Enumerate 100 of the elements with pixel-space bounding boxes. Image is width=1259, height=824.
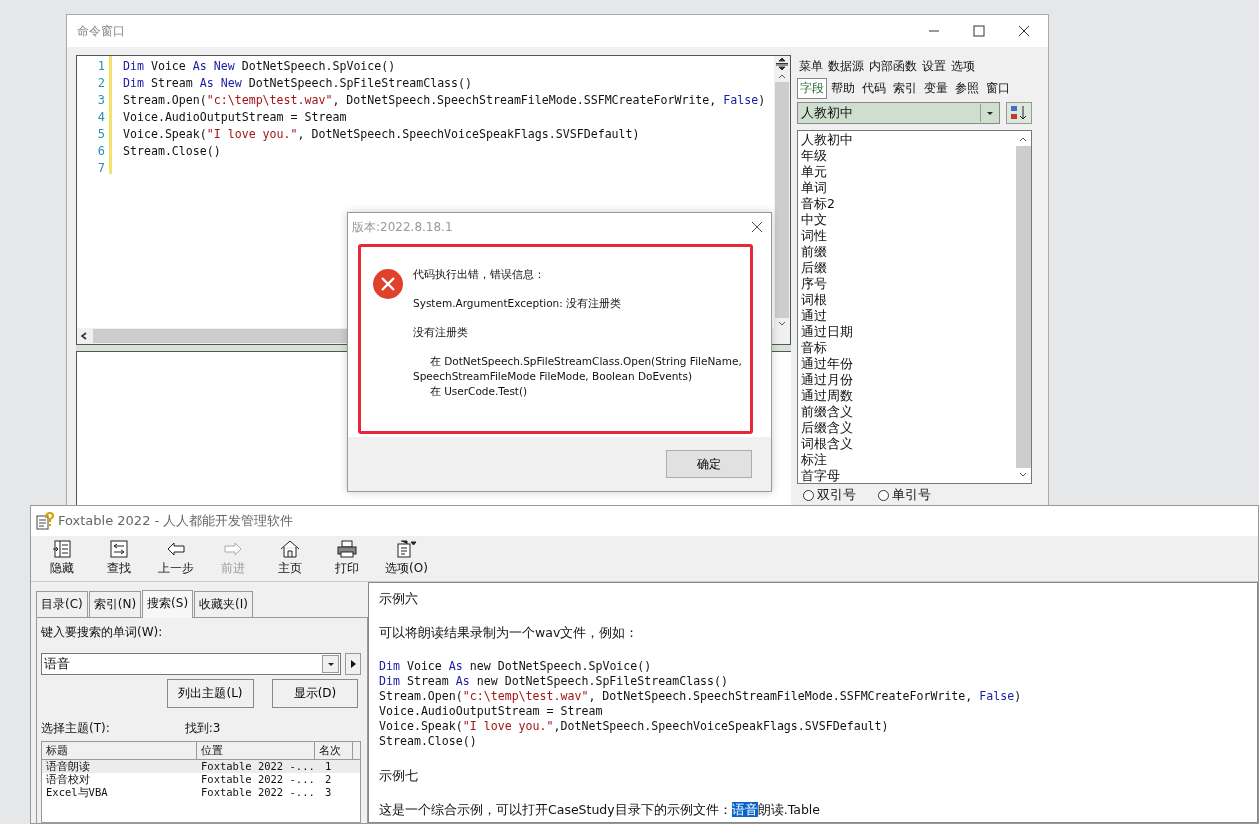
maximize-icon[interactable] xyxy=(973,25,985,37)
error-icon xyxy=(373,269,403,299)
scrollbar-thumb[interactable] xyxy=(1015,146,1031,468)
menu-item[interactable]: 内部函数 xyxy=(867,56,919,76)
column-header[interactable]: 位置 xyxy=(197,742,315,759)
field-item[interactable]: 通过周数 xyxy=(801,388,1012,404)
code-line: Stream.Open("c:\temp\test.wav", DotNetSpeech.SpeechStreamFileMode.SSFMCreateForWrite, False) xyxy=(123,93,766,107)
panel-tab[interactable]: 变量 xyxy=(921,77,951,99)
field-item[interactable]: 通过日期 xyxy=(801,324,1012,340)
expand-button[interactable] xyxy=(345,653,361,675)
field-item[interactable]: 词根 xyxy=(801,292,1012,308)
column-header[interactable]: 标题 xyxy=(42,742,197,759)
menu-item[interactable]: 数据源 xyxy=(826,56,866,76)
toolbar-button[interactable]: 打印 xyxy=(324,540,369,577)
scroll-up-icon[interactable] xyxy=(777,72,787,80)
table-cell-text: 语音校对 xyxy=(45,773,91,786)
error-message: 在 DotNetSpeech.SpFileStreamClass.Open(String FileName, SpeechStreamFileMode FileMode, Boolean DoEvents) xyxy=(413,354,743,384)
help-tab[interactable]: 目录(C) xyxy=(36,591,88,617)
radio-option[interactable]: 双引号 xyxy=(803,487,856,504)
menu-item[interactable]: 菜单 xyxy=(797,56,825,76)
field-item[interactable]: 音标2 xyxy=(801,196,1012,212)
field-item[interactable]: 前缀含义 xyxy=(801,404,1012,420)
close-icon[interactable] xyxy=(751,221,763,233)
panel-tab[interactable]: 索引 xyxy=(890,77,920,99)
window-title: Foxtable 2022 - 人人都能开发管理软件 xyxy=(58,512,294,530)
dropdown-arrow-icon[interactable] xyxy=(986,110,994,116)
toolbar-button[interactable]: 查找 xyxy=(96,540,141,577)
field-item[interactable]: 标注 xyxy=(801,452,1012,468)
toolbar-button[interactable]: 上一步 xyxy=(153,540,198,577)
search-label: 键入要搜索的单词(W): xyxy=(41,624,164,641)
table-cell-text: 2 xyxy=(324,773,333,786)
toolbar-button[interactable]: 主页 xyxy=(267,540,312,577)
scroll-up-icon[interactable] xyxy=(1018,135,1028,143)
forward-arrow-icon xyxy=(221,540,244,558)
field-item[interactable]: 通过 xyxy=(801,308,1012,324)
line-number: 3 xyxy=(96,92,105,109)
scrollbar-thumb[interactable] xyxy=(775,82,789,318)
field-item[interactable]: 后缀 xyxy=(801,260,1012,276)
home-icon xyxy=(278,540,301,558)
menu-item[interactable]: 选项 xyxy=(949,56,977,76)
search-highlight: 语音 xyxy=(731,802,758,817)
help-tab[interactable]: 索引(N) xyxy=(88,591,142,617)
code-line: Voice.Speak("I love you.", DotNetSpeech.SpeechVoiceSpeakFlags.SVSFDefault) xyxy=(123,127,640,141)
line-number: 4 xyxy=(96,109,105,126)
scroll-down-icon[interactable] xyxy=(777,320,787,328)
help-paragraph: 示例七 xyxy=(379,768,419,783)
panel-tab[interactable]: 代码 xyxy=(859,77,889,99)
field-list[interactable]: 人教初中 年级 单元 单词 音标2 中文 词性 前缀 后缀 序号 词根 通过 通过日期 音标 通过年份 通过月份 通过周数 前缀含义 后缀含义 词根含义 标注 首字母 xyxy=(797,130,1032,484)
close-icon[interactable] xyxy=(1018,25,1030,37)
sort-button[interactable] xyxy=(1006,102,1032,124)
field-item[interactable]: 年级 xyxy=(801,148,1012,164)
table-cell-text: Foxtable 2022 -... xyxy=(200,786,315,799)
line-number: 6 xyxy=(96,143,105,160)
toolbar-button[interactable]: 隐藏 xyxy=(39,540,84,577)
line-number: 7 xyxy=(96,160,105,177)
action-button[interactable]: 显示(D) xyxy=(272,679,358,708)
topic-list[interactable]: 标题 位置 名次 语音朗读 Foxtable 2022 -... 1 语音校对 Foxtable 2022 -... 2 Excel与VBA Foxtable 2022 -... 3 xyxy=(41,741,361,823)
field-item[interactable]: 通过年份 xyxy=(801,356,1012,372)
panel-tab[interactable]: 参照 xyxy=(952,77,982,99)
field-item[interactable]: 词性 xyxy=(801,228,1012,244)
split-icon[interactable] xyxy=(776,58,788,70)
dropdown-arrow-icon[interactable] xyxy=(326,661,335,667)
column-header[interactable]: 名次 xyxy=(315,742,353,759)
panel-tab[interactable]: 窗口 xyxy=(983,77,1013,99)
field-item[interactable]: 人教初中 xyxy=(801,132,1012,148)
ok-button[interactable]: 确定 xyxy=(666,450,752,478)
code-line: Dim Voice As new DotNetSpeech.SpVoice() xyxy=(379,659,653,674)
table-dropdown[interactable]: 人教初中 xyxy=(797,102,1000,124)
panel-tab[interactable]: 字段 xyxy=(797,77,827,99)
help-tab[interactable]: 搜索(S) xyxy=(142,590,194,618)
field-item[interactable]: 词根含义 xyxy=(801,436,1012,452)
radio-button[interactable] xyxy=(803,490,814,501)
field-item[interactable]: 首字母 xyxy=(801,468,1012,483)
topic-row[interactable]: Excel与VBA Foxtable 2022 -... 3 xyxy=(42,786,360,799)
action-button[interactable]: 列出主题(L) xyxy=(167,679,254,708)
help-tab[interactable]: 收藏夹(I) xyxy=(194,591,253,617)
search-field[interactable]: 语音 xyxy=(41,653,341,675)
vertical-scrollbar[interactable] xyxy=(774,56,790,328)
field-item[interactable]: 通过月份 xyxy=(801,372,1012,388)
field-item[interactable]: 前缀 xyxy=(801,244,1012,260)
field-item[interactable]: 中文 xyxy=(801,212,1012,228)
menu-item[interactable]: 设置 xyxy=(920,56,948,76)
radio-button[interactable] xyxy=(878,490,889,501)
field-item[interactable]: 后缀含义 xyxy=(801,420,1012,436)
code-line: Stream.Close() xyxy=(123,144,221,158)
scroll-down-icon[interactable] xyxy=(1018,471,1028,479)
toolbar-button[interactable]: 选项(O) xyxy=(381,540,432,577)
field-item[interactable]: 序号 xyxy=(801,276,1012,292)
field-item[interactable]: 单元 xyxy=(801,164,1012,180)
field-item[interactable]: 音标 xyxy=(801,340,1012,356)
code-line: Stream.Close() xyxy=(379,734,478,749)
help-paragraph: 可以将朗读结果录制为一个wav文件，例如： xyxy=(379,625,640,640)
topic-row[interactable]: 语音校对 Foxtable 2022 -... 2 xyxy=(42,773,360,786)
topic-row[interactable]: 语音朗读 Foxtable 2022 -... 1 xyxy=(42,760,360,773)
scroll-left-icon[interactable] xyxy=(79,331,89,341)
radio-option[interactable]: 单引号 xyxy=(878,487,931,504)
code-line: Stream.Open("c:\temp\test.wav", DotNetSpeech.SpeechStreamFileMode.SSFMCreateForWrite, False) xyxy=(379,689,1023,704)
field-item[interactable]: 单词 xyxy=(801,180,1012,196)
panel-tab[interactable]: 帮助 xyxy=(828,77,858,99)
table-cell-text: Foxtable 2022 -... xyxy=(200,760,315,773)
